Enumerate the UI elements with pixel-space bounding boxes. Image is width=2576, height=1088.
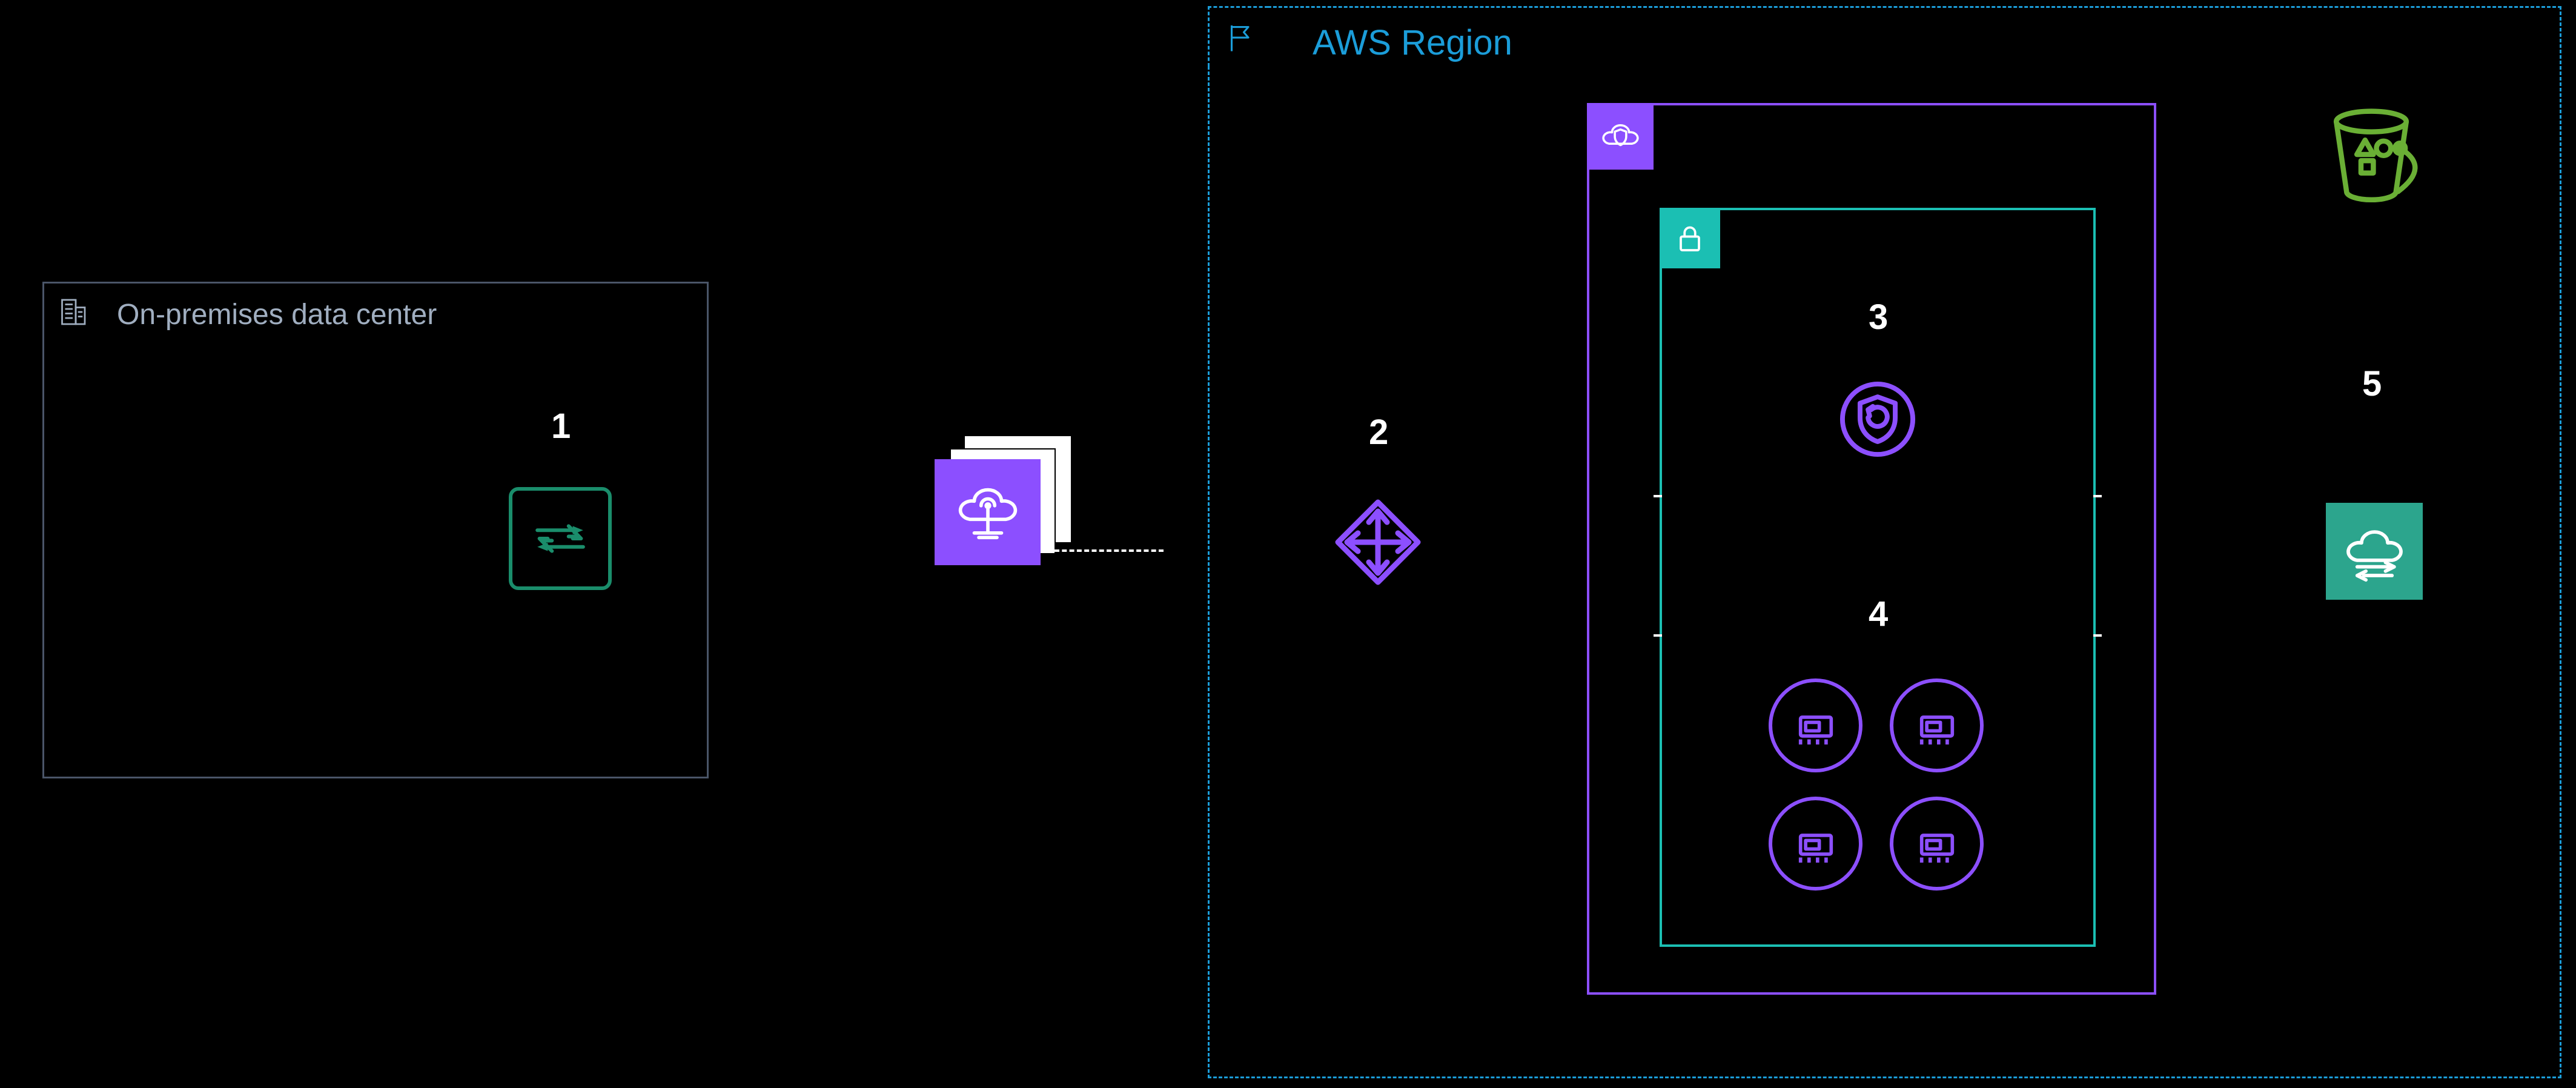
eni-icon [1769, 678, 1862, 772]
architecture-diagram: On-premises data center 1 [0, 0, 2576, 1088]
label-3: 3 [1869, 297, 1888, 337]
label-1: 1 [551, 406, 571, 446]
vpc-cloud-shield-icon [1587, 103, 1654, 170]
datasync-cloud-icon [2326, 503, 2423, 600]
s3-bucket-icon [2320, 103, 2423, 206]
eni-icon [1890, 678, 1984, 772]
on-premises-title: On-premises data center [117, 298, 437, 331]
connector-line [1055, 549, 1164, 552]
aws-region-title: AWS Region [1313, 22, 1512, 63]
label-4: 4 [1869, 594, 1888, 634]
lock-icon [1660, 208, 1720, 268]
building-icon [42, 282, 103, 342]
direct-connect-icon [935, 448, 1041, 565]
flag-icon [1208, 6, 1268, 67]
label-5: 5 [2362, 363, 2382, 404]
eni-group [1769, 678, 1987, 891]
eni-icon [1769, 797, 1862, 891]
label-2: 2 [1369, 412, 1388, 453]
eni-icon [1890, 797, 1984, 891]
vpc-endpoint-icon [1333, 497, 1423, 588]
datasync-agent-icon [509, 487, 612, 590]
mgn-shield-icon [1838, 379, 1918, 459]
